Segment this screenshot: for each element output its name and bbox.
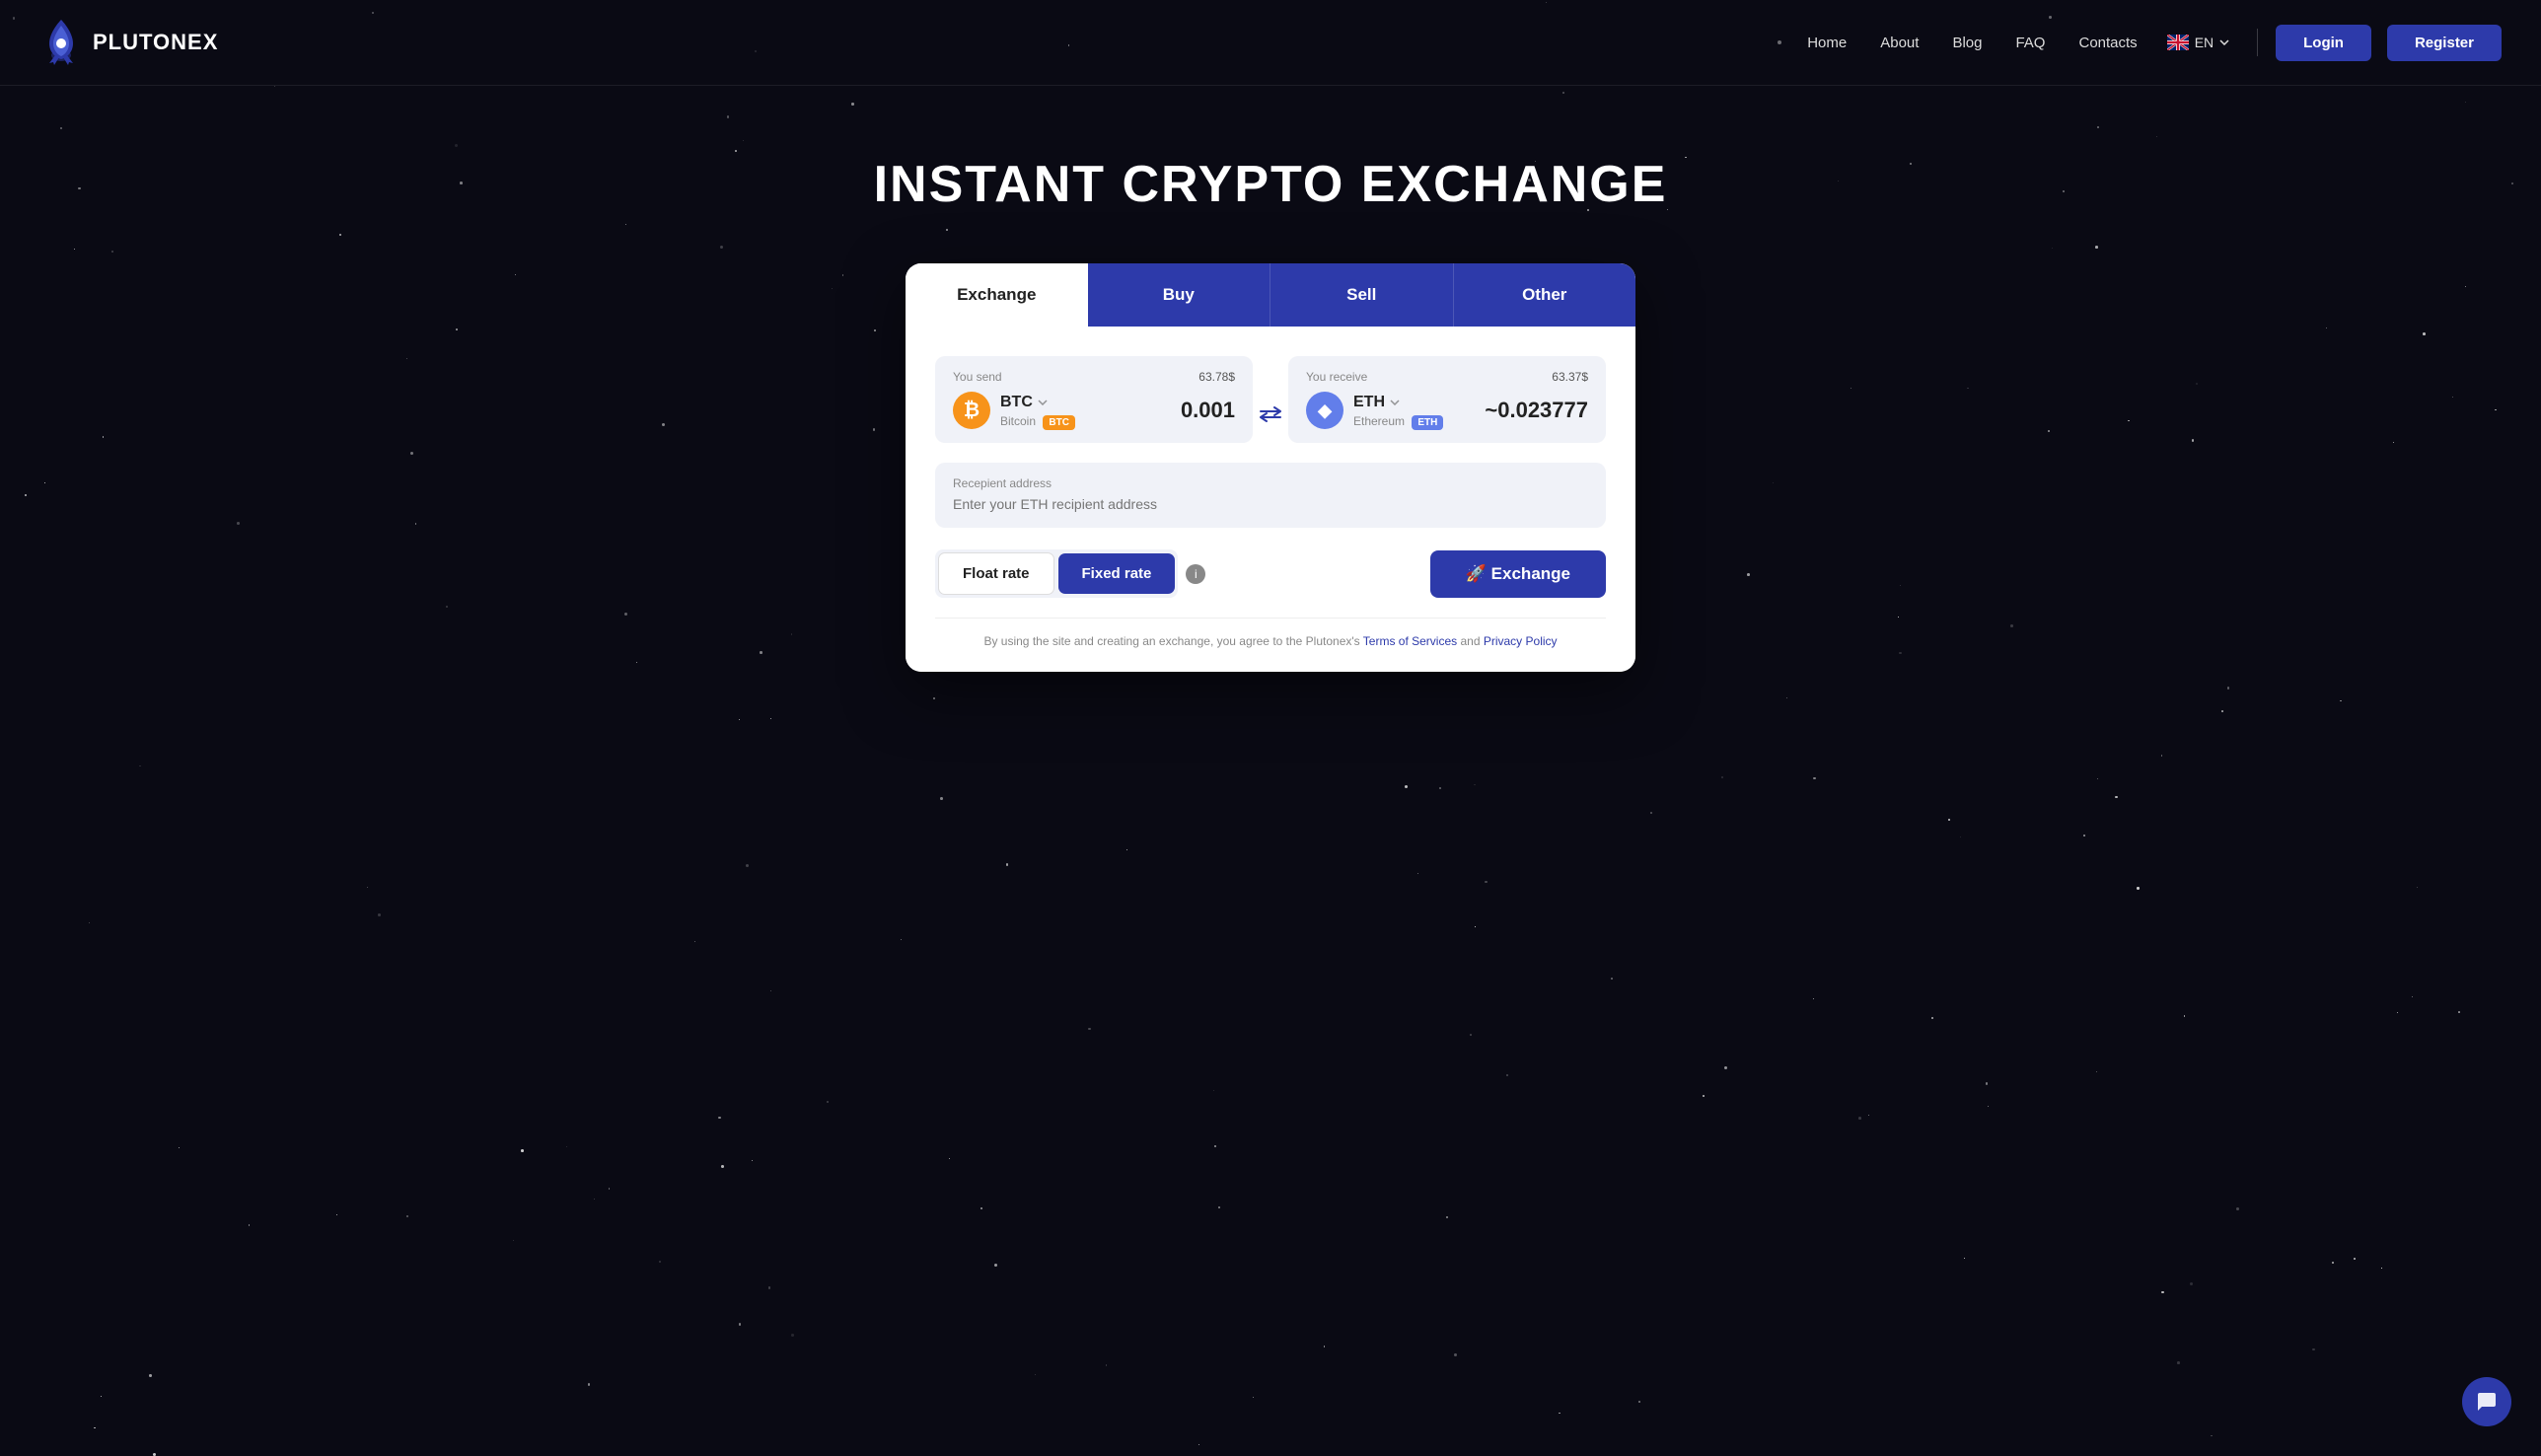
nav-divider (2257, 29, 2258, 56)
btc-icon: ₿ (953, 392, 990, 429)
eth-chevron-icon (1390, 400, 1400, 405)
rate-buttons-group: Float rate Fixed rate i (935, 549, 1205, 598)
recipient-box: Recepient address (935, 463, 1606, 528)
btc-name-area: BTC Bitcoin BTC (1000, 394, 1075, 428)
tab-buy[interactable]: Buy (1088, 263, 1270, 327)
lang-label: EN (2195, 35, 2214, 50)
btc-ticker[interactable]: BTC (1000, 394, 1075, 411)
footer-and: and (1457, 634, 1484, 648)
privacy-link[interactable]: Privacy Policy (1484, 634, 1558, 648)
exchange-card: Exchange Buy Sell Other You send 63.78$ … (906, 263, 1635, 672)
nav-about[interactable]: About (1866, 29, 1932, 57)
send-value: 63.78$ (1198, 370, 1235, 384)
eth-name-area: ETH Ethereum ETH (1353, 394, 1443, 428)
btc-tag: BTC (1043, 415, 1075, 430)
tab-other[interactable]: Other (1453, 263, 1636, 327)
send-amount[interactable]: 0.001 (1181, 398, 1235, 423)
info-icon[interactable]: i (1186, 564, 1205, 584)
send-label: You send (953, 370, 1002, 384)
nav-links: Home About Blog FAQ Contacts EN Login Re… (1778, 25, 2502, 61)
logo-area: PLUTONEX (39, 18, 218, 67)
page-title: INSTANT CRYPTO EXCHANGE (874, 155, 1668, 214)
terms-link[interactable]: Terms of Services (1363, 634, 1457, 648)
eth-icon: ◆ (1306, 392, 1343, 429)
swap-icon[interactable] (1253, 386, 1288, 443)
tabs-row: Exchange Buy Sell Other (906, 263, 1635, 327)
chevron-down-icon (2219, 39, 2229, 45)
btc-chevron-icon (1038, 400, 1048, 405)
fixed-rate-button[interactable]: Fixed rate (1058, 553, 1176, 594)
chat-icon (2475, 1390, 2499, 1414)
receive-label: You receive (1306, 370, 1367, 384)
rate-row: Float rate Fixed rate i 🚀 Exchange (935, 549, 1606, 598)
tab-sell[interactable]: Sell (1270, 263, 1453, 327)
rate-buttons: Float rate Fixed rate (935, 549, 1178, 598)
recipient-label: Recepient address (953, 476, 1588, 490)
chat-button[interactable] (2462, 1377, 2511, 1426)
receive-value: 63.37$ (1552, 370, 1588, 384)
nav-home[interactable]: Home (1793, 29, 1860, 57)
exchange-button[interactable]: 🚀 Exchange (1430, 550, 1606, 598)
btc-fullname: Bitcoin BTC (1000, 414, 1075, 428)
float-rate-button[interactable]: Float rate (938, 552, 1054, 595)
nav-contacts[interactable]: Contacts (2065, 29, 2150, 57)
eth-fullname: Ethereum ETH (1353, 414, 1443, 428)
nav-blog[interactable]: Blog (1938, 29, 1996, 57)
navbar: PLUTONEX Home About Blog FAQ Contacts EN… (0, 0, 2541, 86)
eth-tag: ETH (1412, 415, 1443, 430)
card-body: You send 63.78$ ₿ BTC (906, 327, 1635, 672)
send-label-row: You send 63.78$ (953, 370, 1235, 384)
send-currency-box: You send 63.78$ ₿ BTC (935, 356, 1253, 443)
nav-faq[interactable]: FAQ (2001, 29, 2059, 57)
receive-label-row: You receive 63.37$ (1306, 370, 1588, 384)
login-button[interactable]: Login (2276, 25, 2371, 61)
logo-icon (39, 18, 83, 67)
send-currency-selector: ₿ BTC Bitcoin BTC (953, 392, 1235, 429)
receive-currency-selector: ◆ ETH Ethereum ETH (1306, 392, 1588, 429)
language-selector[interactable]: EN (2157, 29, 2239, 56)
card-footer: By using the site and creating an exchan… (935, 618, 1606, 648)
recipient-input[interactable] (953, 496, 1588, 512)
tab-exchange[interactable]: Exchange (906, 263, 1088, 327)
flag-icon (2167, 35, 2189, 50)
nav-dot (1778, 40, 1781, 44)
main-content: INSTANT CRYPTO EXCHANGE Exchange Buy Sel… (0, 86, 2541, 711)
brand-name: PLUTONEX (93, 30, 218, 55)
exchange-row: You send 63.78$ ₿ BTC (935, 356, 1606, 443)
receive-currency-box: You receive 63.37$ ◆ ETH (1288, 356, 1606, 443)
receive-amount: ~0.023777 (1485, 398, 1588, 423)
register-button[interactable]: Register (2387, 25, 2502, 61)
eth-ticker[interactable]: ETH (1353, 394, 1443, 411)
footer-text-before: By using the site and creating an exchan… (983, 634, 1362, 648)
